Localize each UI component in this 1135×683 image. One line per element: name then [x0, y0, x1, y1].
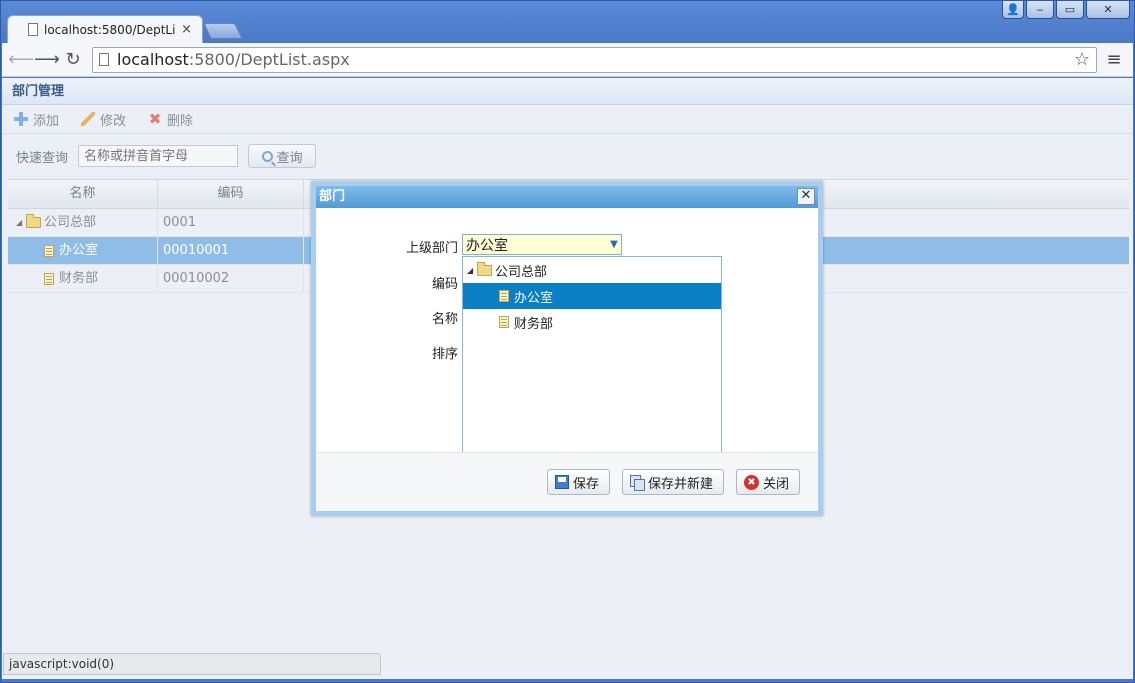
dialog-close-icon[interactable]: ✕ [797, 188, 815, 205]
row-code: 00010001 [158, 237, 304, 264]
back-arrow-icon[interactable]: ⟵ [8, 47, 34, 73]
url-host: localhost [117, 50, 189, 69]
edit-button[interactable]: 修改 [81, 110, 126, 129]
search-button[interactable]: 查询 [248, 144, 317, 168]
name-label: 名称 [431, 312, 458, 327]
window-controls: 👤 ‒ ▭ ✕ [1002, 1, 1130, 19]
cell-name: 财务部 [8, 265, 158, 292]
folder-icon [477, 261, 492, 276]
search-input[interactable] [78, 145, 239, 167]
tab-strip: localhost:5800/DeptList × [7, 15, 243, 43]
row-code: 0001 [158, 209, 304, 236]
document-icon [44, 244, 54, 257]
browser-tab[interactable]: localhost:5800/DeptList × [7, 15, 203, 43]
window-close-button[interactable]: ✕ [1086, 1, 1130, 19]
page-icon [28, 23, 38, 36]
tree-item-label: 公司总部 [495, 264, 548, 280]
search-button-label: 查询 [276, 150, 303, 166]
save-and-new-button[interactable]: 保存并新建 [621, 469, 724, 495]
user-icon[interactable]: 👤 [1002, 1, 1024, 19]
pencil-icon [81, 112, 96, 126]
dialog-title: 部门 [319, 189, 346, 204]
forward-arrow-icon[interactable]: ⟶ [34, 47, 60, 73]
add-icon [14, 112, 28, 126]
add-button[interactable]: 添加 [14, 110, 59, 129]
cell-name: 办公室 [8, 237, 158, 264]
expand-triangle-icon[interactable]: ◢ [467, 266, 477, 275]
close-icon: ✖ [743, 474, 759, 490]
parent-dept-value: 办公室 [466, 237, 508, 254]
save-new-icon [629, 475, 645, 491]
edit-label: 修改 [100, 113, 127, 129]
new-tab-button[interactable] [203, 23, 243, 39]
page-icon [99, 53, 109, 66]
dialog-footer: 保存 保存并新建 ✖ 关闭 [316, 452, 818, 511]
minimize-button[interactable]: ‒ [1026, 1, 1054, 19]
search-bar: 快速查询 查询 [2, 134, 1133, 178]
delete-icon: ✖ [148, 110, 162, 128]
close-label: 关闭 [762, 476, 789, 492]
search-icon [261, 150, 273, 162]
column-header-name[interactable]: 名称 [8, 180, 158, 208]
page-title: 部门管理 [2, 78, 1133, 105]
row-name: 财务部 [59, 271, 99, 286]
menu-icon[interactable]: ≡ [1101, 47, 1127, 73]
parent-dept-combo[interactable]: 办公室 ▼ [462, 234, 622, 255]
delete-label: 删除 [167, 113, 194, 129]
tree-item-finance[interactable]: 财务部 [463, 309, 721, 335]
save-new-label: 保存并新建 [647, 476, 713, 492]
parent-label: 上级部门 [405, 241, 458, 256]
dept-dialog: 部门 ✕ 上级部门 编码 名称 排序 办公室 ▼ ◢ 公司总部 办公室 财务部 [311, 181, 823, 516]
folder-icon [26, 214, 41, 228]
address-bar[interactable]: localhost :5800/DeptList.aspx ☆ [92, 46, 1097, 73]
row-name: 办公室 [59, 243, 99, 258]
expand-triangle-icon[interactable]: ◢ [16, 209, 26, 236]
tree-item-root[interactable]: ◢ 公司总部 [463, 257, 721, 283]
document-icon [499, 316, 509, 328]
add-label: 添加 [33, 113, 60, 129]
row-code: 00010002 [158, 265, 304, 292]
row-name: 公司总部 [44, 215, 97, 230]
maximize-button[interactable]: ▭ [1056, 1, 1084, 19]
order-label: 排序 [431, 347, 458, 362]
url-path: :5800/DeptList.aspx [188, 50, 350, 69]
tree-item-label: 财务部 [514, 316, 554, 332]
tab-title: localhost:5800/DeptList [44, 22, 176, 37]
search-label: 快速查询 [16, 150, 69, 166]
code-label: 编码 [431, 277, 458, 292]
chevron-down-icon[interactable]: ▼ [607, 235, 621, 254]
parent-dept-tree-dropdown: ◢ 公司总部 办公室 财务部 [462, 256, 722, 455]
tree-item-label: 办公室 [514, 290, 554, 306]
save-icon [554, 475, 569, 489]
bookmark-star-icon[interactable]: ☆ [1074, 49, 1090, 70]
column-header-code[interactable]: 编码 [158, 180, 304, 208]
reload-icon[interactable]: ↻ [60, 47, 86, 73]
status-bar: javascript:void(0) [3, 653, 381, 675]
close-button[interactable]: ✖ 关闭 [735, 469, 800, 495]
delete-button[interactable]: ✖ 删除 [148, 110, 193, 129]
dialog-body: 上级部门 编码 名称 排序 办公室 ▼ ◢ 公司总部 办公室 财务部 [316, 208, 818, 455]
document-icon [44, 272, 54, 285]
document-icon [499, 290, 509, 302]
browser-toolbar: ⟵ ⟶ ↻ localhost :5800/DeptList.aspx ☆ ≡ [2, 43, 1133, 77]
tree-item-office[interactable]: 办公室 [463, 283, 721, 309]
cell-name: ◢ 公司总部 [8, 209, 158, 236]
save-button[interactable]: 保存 [546, 469, 610, 495]
save-label: 保存 [572, 476, 599, 492]
tab-close-icon[interactable]: × [181, 22, 192, 37]
dialog-title-bar: 部门 ✕ [316, 186, 818, 208]
action-toolbar: 添加 修改 ✖ 删除 [2, 105, 1133, 134]
